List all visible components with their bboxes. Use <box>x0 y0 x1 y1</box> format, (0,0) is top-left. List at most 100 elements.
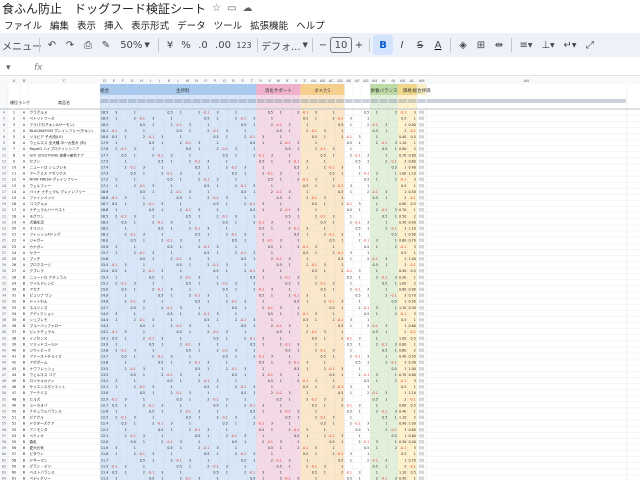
score-cell[interactable]: 1 <box>306 257 308 261</box>
score-cell[interactable]: 1.10 <box>399 471 406 475</box>
score-cell[interactable]: 13.9 <box>101 342 108 346</box>
score-cell[interactable]: 3 <box>404 159 406 163</box>
rank-number-cell[interactable]: 28 <box>12 275 16 279</box>
product-name-cell[interactable]: ユーカヌバ <box>30 402 48 407</box>
score-cell[interactable]: 1 <box>306 233 308 237</box>
score-cell[interactable]: 2 <box>324 300 326 304</box>
score-cell[interactable]: 13.0 <box>101 391 108 395</box>
score-cell[interactable]: -0.1 <box>221 349 227 353</box>
score-cell[interactable]: 2 <box>244 202 246 206</box>
product-name-cell[interactable]: ジウィピーク <box>30 348 52 353</box>
score-cell[interactable]: 3 <box>288 324 290 328</box>
score-cell[interactable]: 2 <box>253 220 255 224</box>
score-cell[interactable]: 2 <box>189 227 191 231</box>
score-cell[interactable]: 0.5 <box>177 464 182 468</box>
score-cell[interactable]: 0.5 <box>303 184 308 188</box>
score-cell[interactable]: -0.1 <box>120 147 126 151</box>
score-cell[interactable]: 0.5 <box>241 123 246 127</box>
description-cell[interactable]: 原材料の質は高く、主原料に肉類を使用。穀物不使用で消化にやさしく、栄養バランスも… <box>419 232 425 237</box>
rank-number-cell[interactable]: 12 <box>12 178 16 182</box>
score-cell[interactable]: 1 <box>143 464 145 468</box>
score-cell[interactable]: 1 <box>189 355 191 359</box>
score-cell[interactable]: 1 <box>414 452 416 456</box>
score-cell[interactable]: 1 <box>207 166 209 170</box>
score-cell[interactable]: 2 <box>404 464 406 468</box>
text-rotate-icon[interactable]: ⤢ <box>581 35 599 55</box>
font-select[interactable]: デフォ... ▼ <box>261 35 309 55</box>
score-cell[interactable]: 2 <box>306 464 308 468</box>
score-cell[interactable]: 0.5 <box>223 220 228 224</box>
score-cell[interactable]: 0.5 <box>167 312 172 316</box>
score-cell[interactable]: 0.5 <box>250 410 255 414</box>
score-cell[interactable]: 2 <box>262 373 264 377</box>
score-cell[interactable]: 1 <box>288 220 290 224</box>
score-cell[interactable]: 1 <box>297 349 299 353</box>
score-cell[interactable]: 2 <box>297 245 299 249</box>
score-cell[interactable]: 12.0 <box>101 440 108 444</box>
score-cell[interactable]: 1 <box>161 141 163 145</box>
score-cell[interactable]: 3 <box>315 312 317 316</box>
score-cell[interactable]: 1 <box>288 129 290 133</box>
score-cell[interactable]: 2 <box>198 446 200 450</box>
score-cell[interactable]: 0.5 <box>303 452 308 456</box>
product-name-cell[interactable]: ソリッドゴールド <box>30 341 59 346</box>
score-cell[interactable]: 0.5 <box>112 135 117 139</box>
score-cell[interactable]: 3 <box>280 306 282 310</box>
score-cell[interactable]: 2 <box>170 257 172 261</box>
score-cell[interactable]: 1 <box>324 159 326 163</box>
score-cell[interactable]: 1 <box>115 208 117 212</box>
score-cell[interactable]: 3 <box>262 471 264 475</box>
description-cell[interactable]: 原材料の質は高く、主原料に肉類を使用。穀物不使用で消化にやさしく、栄養バランスも… <box>419 274 425 279</box>
score-cell[interactable]: 2 <box>226 367 228 371</box>
rank-number-cell[interactable]: 11 <box>12 172 16 176</box>
score-cell[interactable]: 0.5 <box>268 312 273 316</box>
description-cell[interactable]: 原材料の質は高く、主原料に肉類を使用。穀物不使用で消化にやさしく、栄養バランスも… <box>419 439 425 444</box>
score-cell[interactable]: 2 <box>226 300 228 304</box>
score-cell[interactable]: 2 <box>376 275 378 279</box>
score-cell[interactable]: 0.70 <box>408 458 415 462</box>
score-cell[interactable]: 3 <box>216 446 218 450</box>
score-cell[interactable]: 13.2 <box>101 379 108 383</box>
score-cell[interactable]: 3 <box>170 355 172 359</box>
score-cell[interactable]: 3 <box>216 379 218 383</box>
score-cell[interactable]: -0.1 <box>390 361 396 365</box>
score-cell[interactable]: 1 <box>235 111 237 115</box>
score-cell[interactable]: 2 <box>152 422 154 426</box>
score-cell[interactable]: -0.1 <box>129 300 135 304</box>
rank-number-cell[interactable]: 13 <box>12 184 16 188</box>
score-cell[interactable]: 0.5 <box>312 336 317 340</box>
score-cell[interactable]: 0.5 <box>195 434 200 438</box>
score-cell[interactable]: 1 <box>404 391 406 395</box>
score-cell[interactable]: 3 <box>124 397 126 401</box>
score-cell[interactable]: 2 <box>124 166 126 170</box>
score-cell[interactable]: 1 <box>244 464 246 468</box>
rank-number-cell[interactable]: 23 <box>12 245 16 249</box>
score-cell[interactable]: 11.5 <box>101 464 108 468</box>
score-cell[interactable]: 1 <box>207 233 209 237</box>
score-cell[interactable]: 0.80 <box>399 342 406 346</box>
score-cell[interactable]: 2 <box>115 214 117 218</box>
score-cell[interactable]: 3 <box>198 275 200 279</box>
score-cell[interactable]: 0.5 <box>312 135 317 139</box>
score-cell[interactable]: 1 <box>170 361 172 365</box>
rank-number-cell[interactable]: 46 <box>12 385 16 389</box>
score-cell[interactable]: -0.1 <box>111 129 117 133</box>
description-cell[interactable]: 原材料の質は高く、主原料に肉類を使用。穀物不使用で消化にやさしく、栄養バランスも… <box>419 311 425 316</box>
product-name-cell[interactable]: ブルーバッファロー <box>30 323 63 328</box>
score-cell[interactable]: 2 <box>358 440 360 444</box>
score-cell[interactable]: 0.90 <box>408 123 415 127</box>
score-cell[interactable]: 3 <box>161 202 163 206</box>
score-cell[interactable]: 3 <box>152 117 154 121</box>
score-cell[interactable]: 3 <box>180 306 182 310</box>
score-cell[interactable]: 1 <box>170 428 172 432</box>
score-cell[interactable]: 2 <box>124 367 126 371</box>
score-cell[interactable]: 0.5 <box>338 257 343 261</box>
score-cell[interactable]: 0.60 <box>408 159 415 163</box>
score-cell[interactable]: 1 <box>115 184 117 188</box>
score-cell[interactable]: 0.50 <box>399 214 406 218</box>
score-cell[interactable]: -0.1 <box>409 464 415 468</box>
score-cell[interactable]: 1 <box>332 111 334 115</box>
score-cell[interactable]: 3 <box>324 263 326 267</box>
score-cell[interactable]: 0.5 <box>232 306 237 310</box>
score-cell[interactable]: 2 <box>385 227 387 231</box>
